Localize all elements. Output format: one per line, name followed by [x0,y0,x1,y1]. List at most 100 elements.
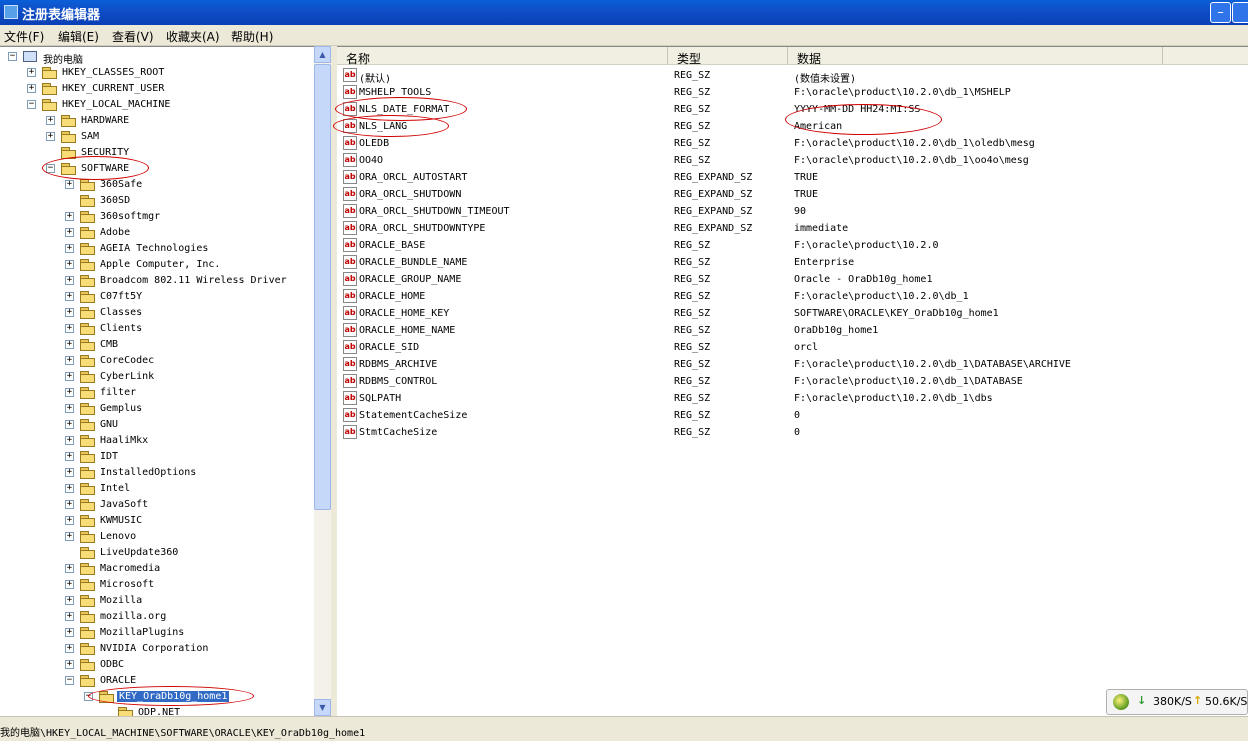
values-list[interactable]: 名称 类型 数据 ab (默认) REG_SZ (数值未设置) ab MSHELP_TOO… [337,46,1248,717]
tree-row[interactable]: + HARDWARE [0,113,314,129]
value-row[interactable]: ab ORA_ORCL_SHUTDOWN REG_EXPAND_SZ TRUE [337,186,1248,203]
tree-row[interactable]: + mozilla.org [0,609,314,625]
tree-row[interactable]: + GNU [0,417,314,433]
tree-row[interactable]: + Apple Computer, Inc. [0,257,314,273]
tree-node-label[interactable]: Apple Computer, Inc. [98,259,222,270]
expand-plus-icon[interactable]: + [65,612,74,621]
tree-row[interactable]: + Intel [0,481,314,497]
tree-row[interactable]: + NVIDIA Corporation [0,641,314,657]
value-row[interactable]: ab RDBMS_ARCHIVE REG_SZ F:\oracle\product\1… [337,356,1248,373]
tree-row[interactable]: + CyberLink [0,369,314,385]
tree-node-label[interactable]: Classes [98,307,144,318]
tree-node-label[interactable]: Broadcom 802.11 Wireless Driver [98,275,289,286]
expand-plus-icon[interactable]: + [65,564,74,573]
expand-plus-icon[interactable]: + [65,324,74,333]
value-row[interactable]: ab MSHELP_TOOLS REG_SZ F:\oracle\product\10… [337,84,1248,101]
value-row[interactable]: ab NLS_DATE_FORMAT REG_SZ YYYY-MM-DD HH24:M… [337,101,1248,118]
expand-plus-icon[interactable]: + [65,596,74,605]
tree-row[interactable]: + KWMUSIC [0,513,314,529]
tree-node-label[interactable]: HaaliMkx [98,435,150,446]
network-speed-widget[interactable]: ↓ 380K/S ↑ 50.6K/S [1106,689,1248,715]
collapse-minus-icon[interactable]: − [27,100,36,109]
tree-root-my-computer[interactable]: − 我的电脑 [0,49,314,66]
tree-node-label[interactable]: GNU [98,419,120,430]
tree-node-label[interactable]: InstalledOptions [98,467,198,478]
tree-node-label[interactable]: HARDWARE [79,115,131,126]
scroll-down-arrow-icon[interactable]: ▼ [314,699,331,716]
tree-row[interactable]: + Gemplus [0,401,314,417]
tree-node-label[interactable]: C07ft5Y [98,291,144,302]
tree-node-label[interactable]: Macromedia [98,563,162,574]
value-row[interactable]: ab StmtCacheSize REG_SZ 0 [337,424,1248,441]
tree-node-label[interactable]: NVIDIA Corporation [98,643,210,654]
registry-tree[interactable]: − 我的电脑 + HKEY_CLASSES_ROOT + HKEY_CURRENT_USE… [0,46,314,717]
value-row[interactable]: ab ORACLE_SID REG_SZ orcl [337,339,1248,356]
tree-row[interactable]: + Broadcom 802.11 Wireless Driver [0,273,314,289]
value-row[interactable]: ab ORACLE_BASE REG_SZ F:\oracle\product\10.… [337,237,1248,254]
collapse-minus-icon[interactable]: − [65,676,74,685]
tree-node-label[interactable]: 360Safe [98,179,144,190]
expand-plus-icon[interactable]: + [46,116,55,125]
value-row[interactable]: ab (默认) REG_SZ (数值未设置) [337,67,1248,85]
menu-edit[interactable]: 编辑(E) [58,28,99,45]
tree-row[interactable]: + AGEIA Technologies [0,241,314,257]
expand-plus-icon[interactable]: + [65,372,74,381]
expand-plus-icon[interactable]: + [27,84,36,93]
tree-row[interactable]: + C07ft5Y [0,289,314,305]
expand-plus-icon[interactable]: + [65,260,74,269]
tree-row[interactable]: SECURITY [0,145,314,161]
tree-node-label[interactable]: ORACLE [98,675,138,686]
tree-row[interactable]: + ODBC [0,657,314,673]
value-row[interactable]: ab ORACLE_HOME_NAME REG_SZ OraDb10g_home1 [337,322,1248,339]
tree-node-label[interactable]: AGEIA Technologies [98,243,210,254]
column-header-data[interactable]: 数据 [788,47,1163,66]
scroll-up-arrow-icon[interactable]: ▲ [314,46,331,63]
tree-row[interactable]: + IDT [0,449,314,465]
tree-node-label[interactable]: HKEY_LOCAL_MACHINE [60,99,172,110]
scroll-thumb[interactable] [314,64,331,510]
value-row[interactable]: ab ORACLE_HOME_KEY REG_SZ SOFTWARE\ORACLE\K… [337,305,1248,322]
collapse-minus-icon[interactable]: − [46,164,55,173]
expand-plus-icon[interactable]: + [65,388,74,397]
value-row[interactable]: ab OLEDB REG_SZ F:\oracle\product\10.2.0\db… [337,135,1248,152]
tree-node-label[interactable]: JavaSoft [98,499,150,510]
expand-plus-icon[interactable]: + [65,180,74,189]
value-row[interactable]: ab SQLPATH REG_SZ F:\oracle\product\10.2.0\… [337,390,1248,407]
tree-node-label[interactable]: SOFTWARE [79,163,131,174]
minimize-button[interactable]: – [1210,2,1231,23]
tree-node-label[interactable]: Adobe [98,227,132,238]
tree-node-label[interactable]: CoreCodec [98,355,156,366]
tree-row[interactable]: + Lenovo [0,529,314,545]
tree-node-label[interactable]: CMB [98,339,120,350]
menu-favorites[interactable]: 收藏夹(A) [166,28,220,45]
tree-node-label[interactable]: CyberLink [98,371,156,382]
value-row[interactable]: ab ORACLE_BUNDLE_NAME REG_SZ Enterprise [337,254,1248,271]
tree-node-label[interactable]: ODBC [98,659,126,670]
column-header-type[interactable]: 类型 [668,47,788,66]
tree-node-label[interactable]: IDT [98,451,120,462]
tree-node-label[interactable]: mozilla.org [98,611,168,622]
expand-plus-icon[interactable]: + [65,436,74,445]
tree-node-label[interactable]: HKEY_CLASSES_ROOT [60,67,166,78]
tree-row[interactable]: 360SD [0,193,314,209]
tree-row[interactable]: + JavaSoft [0,497,314,513]
tree-row[interactable]: + SAM [0,129,314,145]
tree-node-label[interactable]: LiveUpdate360 [98,547,180,558]
value-row[interactable]: ab ORA_ORCL_SHUTDOWN_TIMEOUT REG_EXPAND_SZ… [337,203,1248,220]
expand-plus-icon[interactable]: + [65,628,74,637]
tree-node-label[interactable]: 360softmgr [98,211,162,222]
tree-node-label[interactable]: Lenovo [98,531,138,542]
collapse-minus-icon[interactable]: − [84,692,93,701]
tree-row[interactable]: + CMB [0,337,314,353]
tree-node-label[interactable]: Intel [98,483,132,494]
tree-node-label[interactable]: filter [98,387,138,398]
value-row[interactable]: ab StatementCacheSize REG_SZ 0 [337,407,1248,424]
tree-row[interactable]: + Clients [0,321,314,337]
expand-plus-icon[interactable]: + [65,468,74,477]
tree-row[interactable]: + CoreCodec [0,353,314,369]
tree-row[interactable]: + MozillaPlugins [0,625,314,641]
expand-plus-icon[interactable]: + [65,500,74,509]
tree-row[interactable]: + HaaliMkx [0,433,314,449]
expand-plus-icon[interactable]: + [65,356,74,365]
value-row[interactable]: ab OO4O REG_SZ F:\oracle\product\10.2.0\db_… [337,152,1248,169]
